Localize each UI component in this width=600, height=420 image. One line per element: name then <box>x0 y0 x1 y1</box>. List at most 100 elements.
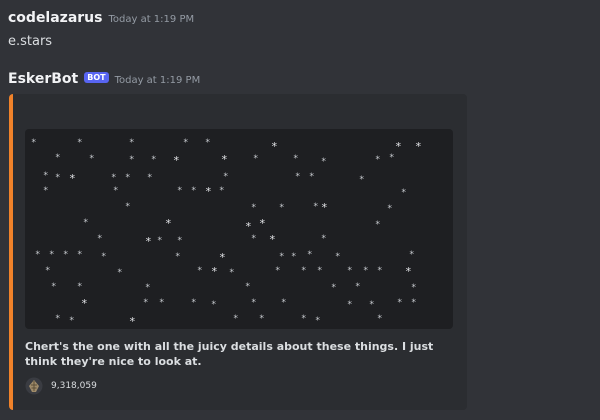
star-glyph: * <box>245 282 251 292</box>
star-glyph: * <box>147 173 153 183</box>
star-glyph: * <box>117 268 123 278</box>
star-glyph: * <box>43 186 49 196</box>
star-glyph: * <box>331 283 337 293</box>
star-glyph: * <box>395 140 402 153</box>
star-glyph: * <box>129 138 135 148</box>
star-glyph: * <box>301 314 307 324</box>
bot-badge: BOT <box>84 72 109 83</box>
star-glyph: * <box>51 282 57 292</box>
star-glyph: * <box>271 140 278 153</box>
star-glyph: * <box>369 300 375 310</box>
bot-embed: * * * * * * * * * * * * * * * * * * * * * * * * * * * * * * * * * * * * * * * *… <box>9 94 467 410</box>
star-glyph: * <box>293 154 299 164</box>
star-glyph: * <box>245 220 252 233</box>
author-name[interactable]: codelazarus <box>8 10 102 26</box>
star-glyph: * <box>307 250 313 260</box>
star-glyph: * <box>77 250 83 260</box>
star-glyph: * <box>211 300 217 310</box>
embed-footer: 9,318,059 <box>25 377 97 395</box>
star-glyph: * <box>317 266 323 276</box>
star-glyph: * <box>89 154 95 164</box>
star-glyph: * <box>83 218 89 228</box>
star-glyph: * <box>129 155 135 165</box>
star-glyph: * <box>145 235 152 248</box>
star-glyph: * <box>45 266 51 276</box>
star-glyph: * <box>281 298 287 308</box>
star-glyph: * <box>143 298 149 308</box>
star-glyph: * <box>183 138 189 148</box>
star-glyph: * <box>35 250 41 260</box>
star-glyph: * <box>97 234 103 244</box>
star-glyph: * <box>253 154 259 164</box>
star-glyph: * <box>159 298 165 308</box>
star-glyph: * <box>43 171 49 181</box>
star-glyph: * <box>397 298 403 308</box>
star-glyph: * <box>175 252 181 262</box>
star-glyph: * <box>219 251 226 264</box>
star-glyph: * <box>129 315 136 328</box>
star-glyph: * <box>321 201 328 214</box>
star-glyph: * <box>335 252 341 262</box>
star-glyph: * <box>211 265 218 278</box>
star-glyph: * <box>173 154 180 167</box>
star-glyph: * <box>125 173 131 183</box>
star-glyph: * <box>347 266 353 276</box>
star-glyph: * <box>77 138 83 148</box>
star-glyph: * <box>145 283 151 293</box>
star-glyph: * <box>315 316 321 326</box>
star-glyph: * <box>229 268 235 278</box>
star-glyph: * <box>219 186 225 196</box>
star-glyph: * <box>355 282 361 292</box>
star-glyph: * <box>377 266 383 276</box>
star-glyph: * <box>165 217 172 230</box>
star-glyph: * <box>259 314 265 324</box>
star-glyph: * <box>415 140 422 153</box>
author-name[interactable]: EskerBot <box>8 71 78 87</box>
message-timestamp: Today at 1:19 PM <box>108 14 195 25</box>
star-glyph: * <box>387 204 393 214</box>
star-glyph: * <box>49 250 55 260</box>
star-glyph: * <box>55 153 61 163</box>
star-glyph: * <box>81 297 88 310</box>
star-glyph: * <box>279 252 285 262</box>
message-timestamp: Today at 1:19 PM <box>114 75 201 86</box>
star-glyph: * <box>77 282 83 292</box>
star-glyph: * <box>191 298 197 308</box>
star-glyph: * <box>251 203 257 213</box>
star-glyph: * <box>401 188 407 198</box>
star-glyph: * <box>233 314 239 324</box>
star-glyph: * <box>197 266 203 276</box>
star-glyph: * <box>279 203 285 213</box>
star-glyph: * <box>151 155 157 165</box>
star-glyph: * <box>301 266 307 276</box>
star-glyph: * <box>269 233 276 246</box>
star-glyph: * <box>295 172 301 182</box>
star-glyph: * <box>69 316 75 326</box>
star-glyph: * <box>375 155 381 165</box>
star-glyph: * <box>125 202 131 212</box>
star-glyph: * <box>309 172 315 182</box>
shell-icon <box>25 377 43 395</box>
star-glyph: * <box>389 153 395 163</box>
star-glyph: * <box>275 266 281 276</box>
star-glyph: * <box>375 220 381 230</box>
star-glyph: * <box>177 186 183 196</box>
message-codelazarus: codelazarus Today at 1:19 PM e.stars <box>8 10 194 49</box>
star-glyph: * <box>347 300 353 310</box>
star-glyph: * <box>55 173 61 183</box>
star-glyph: * <box>55 314 61 324</box>
star-glyph: * <box>405 265 412 278</box>
star-glyph: * <box>411 298 417 308</box>
star-glyph: * <box>363 266 369 276</box>
star-glyph: * <box>409 250 415 260</box>
star-glyph: * <box>321 234 327 244</box>
embed-footer-text: 9,318,059 <box>51 381 97 391</box>
star-glyph: * <box>291 252 297 262</box>
star-glyph: * <box>111 173 117 183</box>
message-content: e.stars <box>8 34 53 49</box>
star-glyph: * <box>251 234 257 244</box>
star-glyph: * <box>411 283 417 293</box>
stars-image[interactable]: * * * * * * * * * * * * * * * * * * * * * * * * * * * * * * * * * * * * * * * *… <box>25 129 453 329</box>
star-glyph: * <box>321 157 327 167</box>
star-glyph: * <box>223 172 229 182</box>
